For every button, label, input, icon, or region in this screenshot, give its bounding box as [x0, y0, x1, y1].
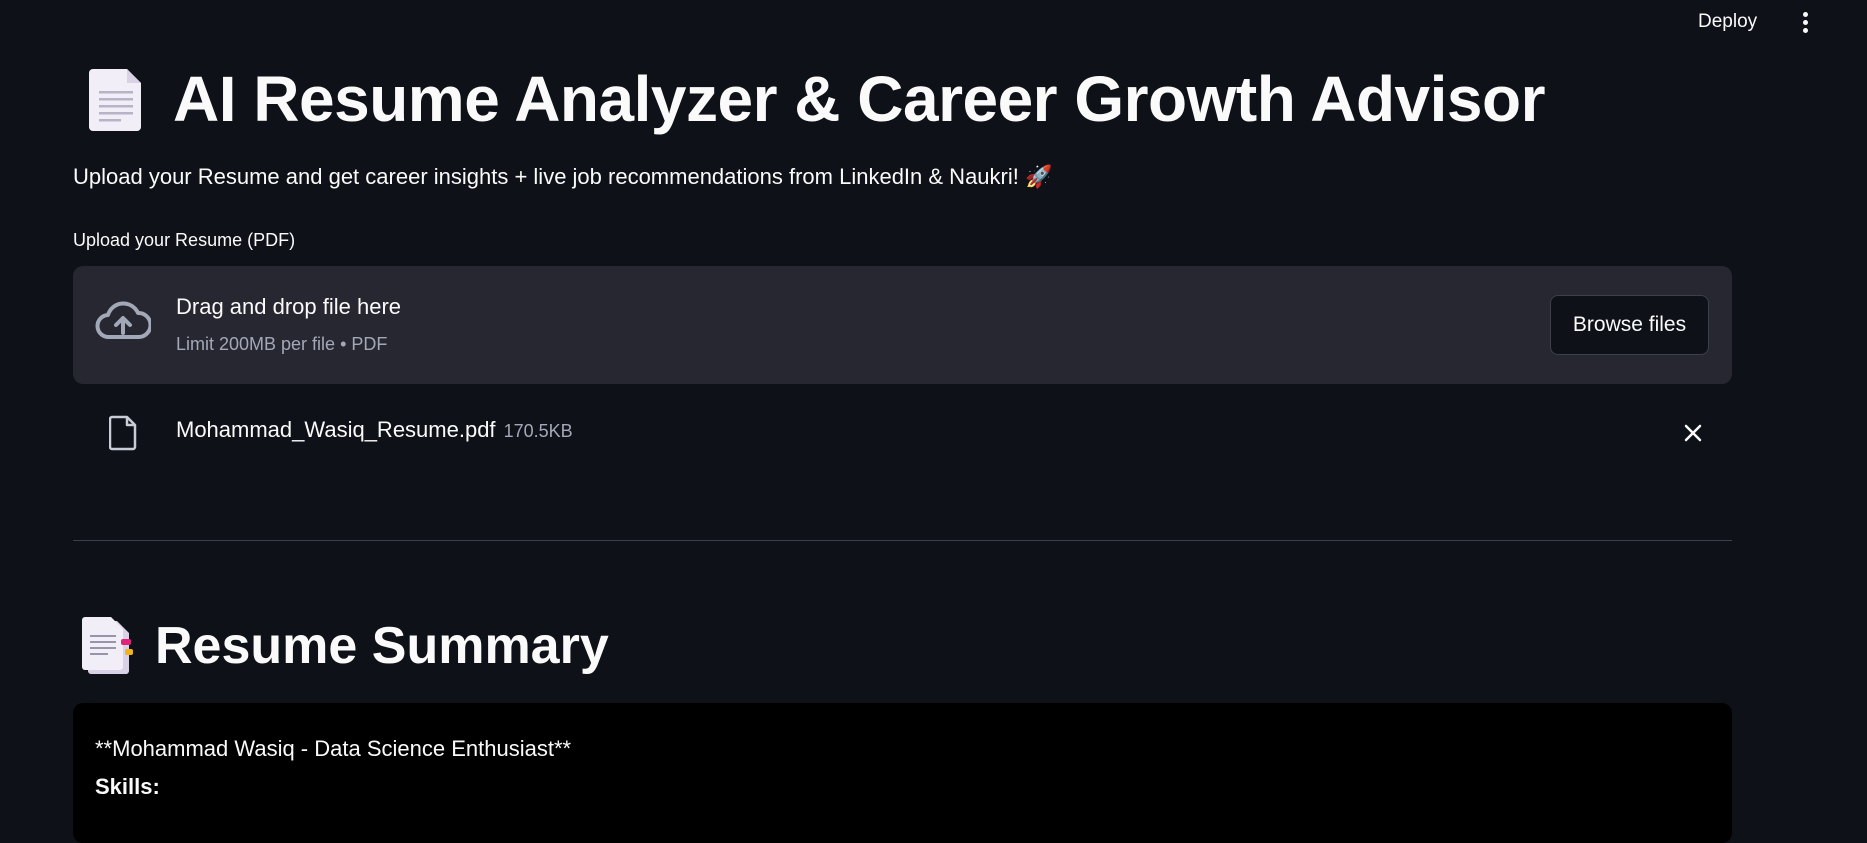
vertical-dots-icon[interactable]: [1794, 8, 1816, 36]
summary-line-skills: Skills:: [95, 774, 160, 799]
file-name-text: Mohammad_Wasiq_Resume.pdf: [176, 417, 496, 442]
cloud-upload-icon: [95, 299, 153, 343]
close-icon: [1684, 424, 1702, 442]
file-icon: [108, 415, 137, 451]
summary-content: **Mohammad Wasiq - Data Science Enthusia…: [73, 703, 1732, 843]
summary-line-name: **Mohammad Wasiq - Data Science Enthusia…: [95, 736, 572, 761]
uploaded-file-row: Mohammad_Wasiq_Resume.pdf 170.5KB: [73, 408, 1732, 456]
page-header: AI Resume Analyzer & Career Growth Advis…: [87, 58, 1546, 140]
page-subtitle: Upload your Resume and get career insigh…: [73, 164, 1053, 189]
browse-files-button[interactable]: Browse files: [1550, 295, 1709, 355]
file-size: 170.5KB: [503, 421, 573, 441]
uploaded-file-name: Mohammad_Wasiq_Resume.pdf 170.5KB: [176, 417, 573, 443]
page-title: AI Resume Analyzer & Career Growth Advis…: [173, 63, 1546, 135]
summary-title: Resume Summary: [155, 617, 609, 675]
summary-header: Resume Summary: [81, 612, 609, 680]
divider: [73, 540, 1732, 541]
dropzone-limit: Limit 200MB per file • PDF: [176, 334, 388, 354]
file-dropzone[interactable]: Drag and drop file here Limit 200MB per …: [73, 266, 1732, 384]
bookmark-tabs-icon: [81, 615, 135, 677]
dropzone-instructions: Drag and drop file here: [176, 294, 402, 319]
remove-file-button[interactable]: [1679, 419, 1707, 447]
top-bar: Deploy: [0, 0, 1867, 44]
deploy-button[interactable]: Deploy: [1688, 8, 1767, 36]
uploader-label: Upload your Resume (PDF): [73, 230, 296, 250]
scrollbar[interactable]: [1855, 0, 1867, 826]
page-facing-up-icon: [87, 65, 145, 133]
